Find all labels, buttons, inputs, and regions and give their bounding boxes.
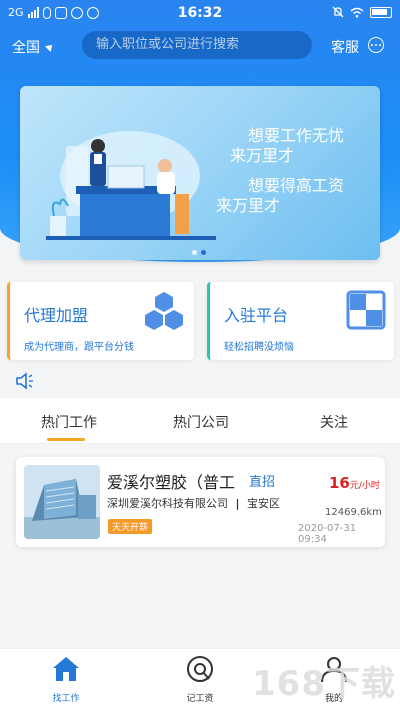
card-title: 入驻平台 xyxy=(224,306,289,325)
salary-unit: 元/小时 xyxy=(349,481,380,491)
squares-icon xyxy=(346,290,386,330)
top-bar: 全国 输入职位或公司进行搜索 客服 xyxy=(0,30,400,62)
nav-label: 记工资 xyxy=(186,694,214,704)
search-input[interactable]: 输入职位或公司进行搜索 xyxy=(82,31,312,59)
tab-following[interactable]: 关注 xyxy=(320,412,348,432)
distance: 12469.6km xyxy=(325,507,382,518)
nav-label: 找工作 xyxy=(52,694,80,704)
salary: 16元/小时 xyxy=(329,473,380,492)
promo-banner[interactable]: 想要工作无忧 来万里才 想要得高工资 来万里才 xyxy=(20,86,380,260)
battery-icon xyxy=(370,6,392,18)
nav-record-wage[interactable]: 记工资 xyxy=(170,655,230,704)
company-info: 深圳爱溪尔科技有限公司 | 宝安区 xyxy=(107,495,280,511)
info-separator: | xyxy=(235,497,240,510)
active-tab-indicator xyxy=(47,438,85,441)
job-title: 爱溪尔塑胶（普工 xyxy=(107,473,236,492)
pay-tag: 天天开薪 xyxy=(108,519,153,534)
tab-hot-companies[interactable]: 热门公司 xyxy=(173,412,229,432)
banner-line-2: 来万里才 xyxy=(230,146,295,165)
job-card[interactable]: 爱溪尔塑胶（普工 直招 16元/小时 深圳爱溪尔科技有限公司 | 宝安区 天天开… xyxy=(16,457,385,547)
hexagons-icon xyxy=(145,292,183,330)
salary-value: 16 xyxy=(329,474,350,492)
company-name: 深圳爱溪尔科技有限公司 xyxy=(107,497,228,510)
home-icon xyxy=(53,657,79,681)
card-title: 代理加盟 xyxy=(24,306,89,325)
district: 宝安区 xyxy=(247,497,281,510)
wage-icon xyxy=(187,656,213,682)
card-subtitle: 轻松招聘没烦恼 xyxy=(224,342,294,353)
announcement-speaker-icon[interactable] xyxy=(15,372,35,390)
company-photo xyxy=(24,465,100,539)
city-label: 全国 xyxy=(12,40,40,56)
status-bar: 2G 16:32 xyxy=(0,0,400,28)
mute-icon xyxy=(332,6,344,18)
banner-pager[interactable] xyxy=(192,250,206,255)
watermark: 168下载 xyxy=(252,664,396,704)
post-date: 2020-07-31 09:34 xyxy=(298,523,357,545)
tab-hot-jobs[interactable]: 热门工作 xyxy=(41,412,97,432)
card-subtitle: 成为代理商，跟平台分钱 xyxy=(24,342,134,353)
dropdown-triangle-icon xyxy=(45,42,55,52)
agent-join-card[interactable]: 代理加盟 成为代理商，跟平台分钱 xyxy=(7,282,194,360)
customer-service-button[interactable]: 客服 xyxy=(331,37,359,57)
pager-dot[interactable] xyxy=(192,250,197,255)
join-platform-card[interactable]: 入驻平台 轻松招聘没烦恼 xyxy=(207,282,394,360)
direct-hire-label: 直招 xyxy=(249,475,276,490)
job-tabs: 热门工作 热门公司 关注 xyxy=(0,398,400,444)
nav-find-jobs[interactable]: 找工作 xyxy=(36,655,96,704)
city-selector[interactable]: 全国 xyxy=(12,37,55,57)
wifi-icon xyxy=(350,7,364,18)
pager-dot-active[interactable] xyxy=(201,250,206,255)
more-icon[interactable] xyxy=(368,37,384,53)
banner-line-4: 来万里才 xyxy=(216,196,281,215)
